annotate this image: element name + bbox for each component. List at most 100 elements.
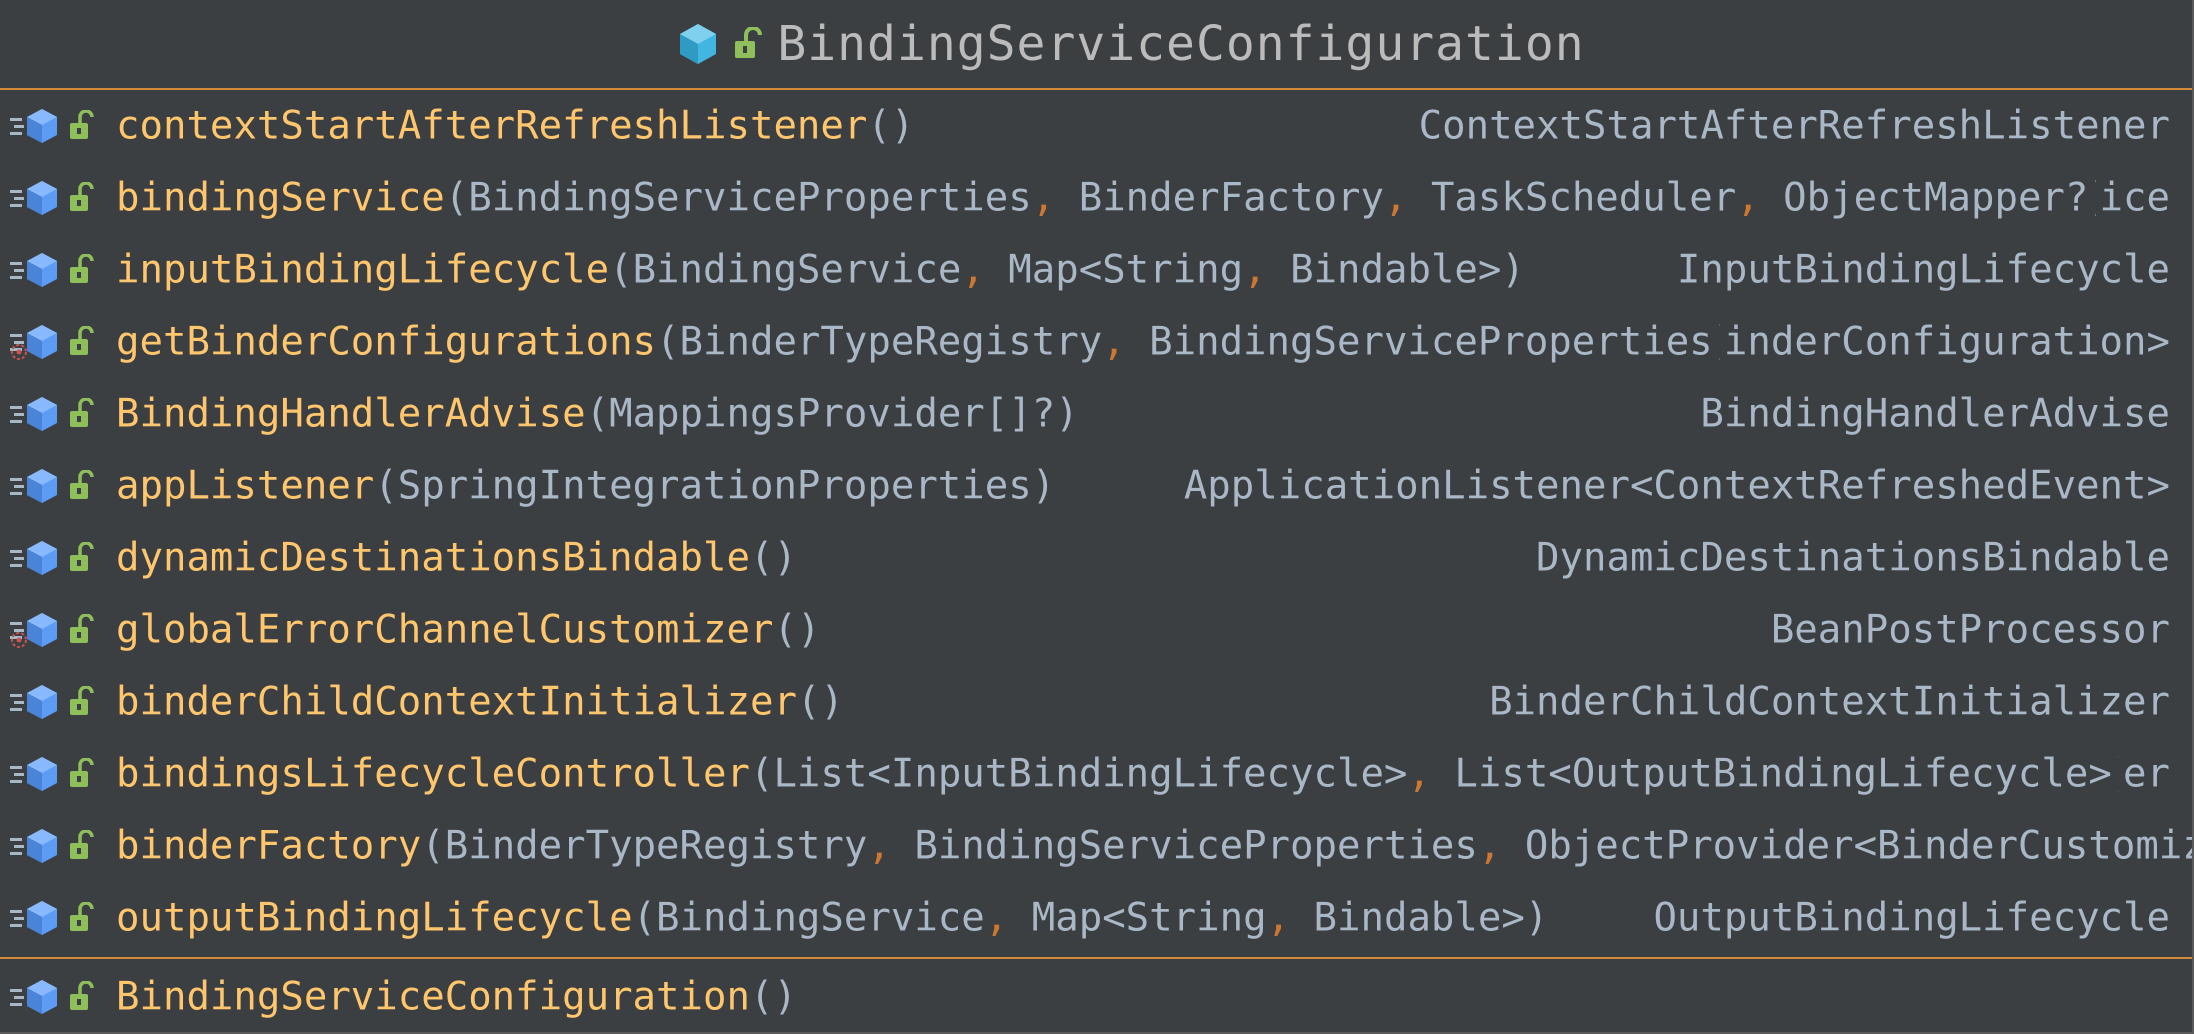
member-name: BindingHandlerAdvise xyxy=(116,391,586,437)
member-signature: bindingService(BindingServiceProperties,… xyxy=(116,175,2112,221)
member-return-type: ContextStartAfterRefreshListener xyxy=(1414,103,2170,149)
public-lock-icon xyxy=(70,110,94,139)
member-name: outputBindingLifecycle xyxy=(116,895,633,941)
method-visibility-icon xyxy=(10,109,57,143)
member-params: BinderTypeRegistry, BindingServiceProper… xyxy=(444,823,2192,869)
method-row[interactable]: globalErrorChannelCustomizer() BeanPostPr… xyxy=(0,594,2192,666)
method-row[interactable]: BindingHandlerAdvise(MappingsProvider[]?… xyxy=(0,378,2192,450)
method-visibility-icon xyxy=(10,469,57,503)
member-name: getBinderConfigurations xyxy=(116,319,657,365)
constructor-list: BindingServiceConfiguration() xyxy=(0,957,2192,1032)
member-icons xyxy=(8,322,104,362)
member-icons xyxy=(8,538,104,578)
member-icons xyxy=(8,898,104,938)
public-lock-icon xyxy=(70,326,94,355)
member-name: appListener xyxy=(116,463,375,509)
member-params: SpringIntegrationProperties xyxy=(397,463,1032,509)
member-params: BindingServiceProperties, BinderFactory,… xyxy=(468,175,2089,221)
public-lock-icon xyxy=(70,182,94,211)
member-icons xyxy=(8,610,104,650)
method-visibility-icon xyxy=(10,757,57,791)
method-visibility-icon xyxy=(10,901,57,935)
method-row[interactable]: dynamicDestinationsBindable() DynamicDest… xyxy=(0,522,2192,594)
member-params: BindingService, Map<String, Bindable> xyxy=(632,247,1502,293)
public-lock-icon xyxy=(70,398,94,427)
member-return-type: OutputBindingLifecycle xyxy=(1649,895,2170,941)
method-visibility-icon xyxy=(10,979,57,1014)
public-lock-icon xyxy=(70,470,94,499)
member-signature: dynamicDestinationsBindable() xyxy=(116,535,797,581)
member-icons xyxy=(8,682,104,722)
member-params: BindingService, Map<String, Bindable> xyxy=(656,895,1525,941)
member-return-type: BeanPostProcessor xyxy=(1766,607,2170,653)
member-return-type: BinderChildContextInitializer xyxy=(1485,679,2170,725)
member-signature: inputBindingLifecycle(BindingService, Ma… xyxy=(116,247,1525,293)
member-icons xyxy=(8,977,104,1017)
public-lock-icon xyxy=(70,758,94,787)
member-return-type: ApplicationListener<ContextRefreshedEven… xyxy=(1179,463,2170,509)
method-row[interactable]: outputBindingLifecycle(BindingService, M… xyxy=(0,882,2192,954)
public-lock-icon xyxy=(70,902,94,931)
member-signature: appListener(SpringIntegrationProperties) xyxy=(116,463,1056,509)
method-visibility-icon xyxy=(10,181,57,215)
member-return-type: er xyxy=(2119,751,2170,797)
public-lock-icon xyxy=(70,686,94,715)
member-signature: binderChildContextInitializer() xyxy=(116,679,844,725)
member-signature: bindingsLifecycleController(List<InputBi… xyxy=(116,751,2135,797)
member-name: bindingService xyxy=(116,175,445,221)
member-return-type: ice xyxy=(2095,175,2170,221)
member-params: List<InputBindingLifecycle>, List<Output… xyxy=(773,751,2112,797)
member-name: binderChildContextInitializer xyxy=(116,679,797,725)
member-signature: BindingServiceConfiguration() xyxy=(116,974,797,1019)
member-name: binderFactory xyxy=(116,823,422,869)
member-icons xyxy=(8,178,104,218)
member-signature: getBinderConfigurations(BinderTypeRegist… xyxy=(116,319,1736,365)
member-signature: BindingHandlerAdvise(MappingsProvider[]?… xyxy=(116,391,1079,437)
member-icons xyxy=(8,754,104,794)
method-row[interactable]: appListener(SpringIntegrationProperties)… xyxy=(0,450,2192,522)
constructor-row[interactable]: BindingServiceConfiguration() xyxy=(0,959,2192,1032)
method-visibility-icon xyxy=(10,325,57,360)
method-row[interactable]: binderFactory(BinderTypeRegistry, Bindin… xyxy=(0,810,2192,882)
member-icons xyxy=(8,466,104,506)
method-row[interactable]: contextStartAfterRefreshListener() Contex… xyxy=(0,90,2192,162)
member-icons xyxy=(8,106,104,146)
member-name: BindingServiceConfiguration xyxy=(116,974,750,1019)
member-signature: outputBindingLifecycle(BindingService, M… xyxy=(116,895,1549,941)
method-visibility-icon xyxy=(10,829,57,863)
public-lock-icon xyxy=(735,27,763,58)
member-name: contextStartAfterRefreshListener xyxy=(116,103,868,149)
member-icons xyxy=(8,394,104,434)
member-name: globalErrorChannelCustomizer xyxy=(116,607,774,653)
method-visibility-icon xyxy=(10,613,57,648)
member-name: inputBindingLifecycle xyxy=(116,247,610,293)
method-list: contextStartAfterRefreshListener() Contex… xyxy=(0,90,2192,954)
public-lock-icon xyxy=(70,830,94,859)
method-visibility-icon xyxy=(10,397,57,431)
method-visibility-icon xyxy=(10,541,57,575)
method-row[interactable]: bindingsLifecycleController(List<InputBi… xyxy=(0,738,2192,810)
member-params: MappingsProvider[]? xyxy=(609,391,1056,437)
member-return-type: DynamicDestinationsBindable xyxy=(1532,535,2170,581)
public-lock-icon xyxy=(70,254,94,283)
member-return-type: inderConfiguration> xyxy=(1719,319,2170,365)
member-name: dynamicDestinationsBindable xyxy=(116,535,750,581)
member-params: BinderTypeRegistry, BindingServiceProper… xyxy=(679,319,1713,365)
method-row[interactable]: getBinderConfigurations(BinderTypeRegist… xyxy=(0,306,2192,378)
class-title: BindingServiceConfiguration xyxy=(777,16,1585,72)
public-lock-icon xyxy=(70,614,94,643)
method-visibility-icon xyxy=(10,685,57,719)
member-icons xyxy=(8,250,104,290)
public-lock-icon xyxy=(70,542,94,571)
member-name: bindingsLifecycleController xyxy=(116,751,750,797)
class-header: BindingServiceConfiguration xyxy=(0,0,2192,90)
method-row[interactable]: binderChildContextInitializer() BinderChi… xyxy=(0,666,2192,738)
member-signature: binderFactory(BinderTypeRegistry, Bindin… xyxy=(116,824,2192,869)
member-icons xyxy=(8,826,104,866)
member-return-type: BindingHandlerAdvise xyxy=(1696,391,2170,437)
member-signature: contextStartAfterRefreshListener() xyxy=(116,103,915,149)
method-row[interactable]: bindingService(BindingServiceProperties,… xyxy=(0,162,2192,234)
method-row[interactable]: inputBindingLifecycle(BindingService, Ma… xyxy=(0,234,2192,306)
uml-class-box: BindingServiceConfiguration contextStart… xyxy=(0,0,2194,1034)
class-icon xyxy=(680,24,717,64)
